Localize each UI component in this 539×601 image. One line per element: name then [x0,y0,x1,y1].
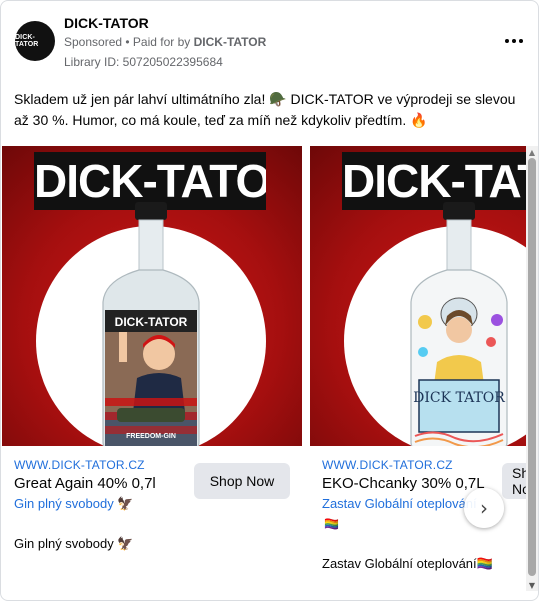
card-subtitle[interactable]: Gin plný svobody 🦅 [14,496,134,512]
more-options-button[interactable] [502,33,526,49]
ad-card: DICK-TATOR DICK-TATOR Sponsored • Paid f… [0,0,539,601]
scroll-up-arrow-icon[interactable]: ▲ [526,146,538,158]
ad-body-text: Skladem už jen pár lahví ultimátního zla… [14,91,516,128]
scroll-down-arrow-icon[interactable]: ▼ [526,579,538,591]
carousel-card[interactable]: DICK-TATOR DICK-TATOR [2,146,302,576]
carousel: DICK-TATOR DICK-TATOR [1,146,526,600]
sponsored-line: Sponsored • Paid for by DICK-TATOR [64,35,266,49]
paid-for-prefix: • Paid for by [122,35,194,49]
card-image[interactable]: DICK-TATOR DICK-TATOR [2,146,302,446]
card-title[interactable]: Great Again 40% 0,7l [14,475,156,492]
paid-for-name[interactable]: DICK-TATOR [194,35,267,49]
carousel-next-button[interactable]: › [464,488,504,528]
card-description: Zastav Globální oteplování🏳️‍🌈 [322,556,493,571]
library-id: Library ID: 507205022395684 [64,55,223,69]
shop-now-button[interactable]: Shop Now [194,463,290,499]
bottle-label-bottom: FREEDOM-GIN [126,433,176,440]
ad-header: DICK-TATOR DICK-TATOR Sponsored • Paid f… [13,11,526,71]
card-image[interactable]: DICK-TATOR DICK TATOR [310,146,526,446]
chevron-right-icon: › [480,496,488,520]
more-horizontal-icon [505,39,509,43]
sponsored-label: Sponsored [64,35,123,49]
bottle-label-text: DICK TATOR [413,390,505,406]
card-url[interactable]: WWW.DICK-TATOR.CZ [14,458,145,472]
dot [512,39,516,43]
card-url[interactable]: WWW.DICK-TATOR.CZ [322,458,453,472]
scrollbar-thumb[interactable] [528,158,536,576]
dot [519,39,523,43]
shop-now-button[interactable]: Shop Now [502,463,526,499]
card-subtitle-flag: 🏳️‍🌈 [324,517,339,531]
gin-bottle-illustration: DICK TATOR [410,202,508,446]
bottle-label-text: DICK-TATOR [115,315,188,329]
page-name[interactable]: DICK-TATOR [64,15,149,31]
card-subtitle[interactable]: Zastav Globální oteplování [322,496,477,511]
vertical-scrollbar[interactable]: ▲ ▼ [526,146,538,591]
card-description: Gin plný svobody 🦅 [14,536,134,551]
page-avatar[interactable]: DICK-TATOR [15,21,55,61]
card-title[interactable]: EKO-Chcanky 30% 0,7L [322,475,485,492]
gin-bottle-illustration: DICK-TATOR FREEDOM-GIN [102,202,200,446]
